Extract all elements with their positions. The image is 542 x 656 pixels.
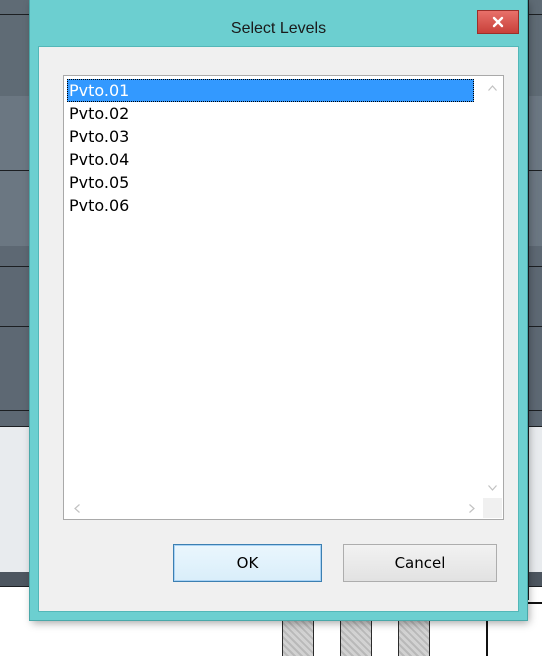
level-list-item[interactable]: Pvto.06 xyxy=(67,194,474,217)
level-list-item[interactable]: Pvto.03 xyxy=(67,125,474,148)
select-levels-dialog: Select Levels Pvto.01 Pvto.02 Pvto.03 Pvto.… xyxy=(30,0,527,620)
background-gridline xyxy=(528,0,529,600)
level-list-item[interactable]: Pvto.04 xyxy=(67,148,474,171)
scrollbar-corner xyxy=(483,498,502,518)
level-list-item[interactable]: Pvto.02 xyxy=(67,102,474,125)
horizontal-scrollbar[interactable] xyxy=(65,498,483,518)
vertical-scrollbar[interactable] xyxy=(483,77,502,498)
ok-button[interactable]: OK xyxy=(173,544,322,582)
level-list-item[interactable]: Pvto.01 xyxy=(67,79,474,102)
levels-list: Pvto.01 Pvto.02 Pvto.03 Pvto.04 Pvto.05 Pvto.… xyxy=(67,79,474,217)
dialog-client-area: Pvto.01 Pvto.02 Pvto.03 Pvto.04 Pvto.05 Pvto.… xyxy=(38,46,519,612)
levels-listbox[interactable]: Pvto.01 Pvto.02 Pvto.03 Pvto.04 Pvto.05 Pvto.… xyxy=(63,75,504,520)
scroll-up-arrow-icon[interactable] xyxy=(484,79,501,96)
dialog-title: Select Levels xyxy=(230,20,327,37)
scroll-down-arrow-icon[interactable] xyxy=(484,479,501,496)
close-x-icon xyxy=(492,16,504,28)
close-button[interactable] xyxy=(477,10,519,34)
level-list-item[interactable]: Pvto.05 xyxy=(67,171,474,194)
cancel-button[interactable]: Cancel xyxy=(343,544,497,582)
scroll-right-arrow-icon[interactable] xyxy=(463,500,480,517)
scroll-left-arrow-icon[interactable] xyxy=(68,500,85,517)
